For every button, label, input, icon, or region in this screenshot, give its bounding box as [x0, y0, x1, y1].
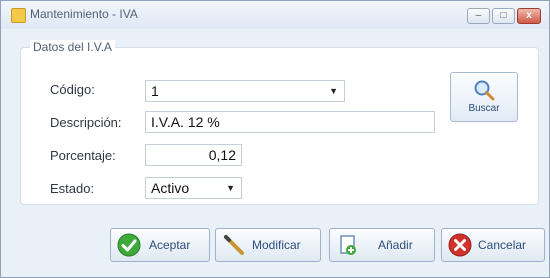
modificar-label: Modificar — [252, 238, 301, 252]
aceptar-button[interactable]: Aceptar — [110, 228, 210, 262]
cancel-icon — [448, 233, 472, 257]
minimize-button[interactable]: – — [467, 8, 490, 24]
check-icon — [117, 233, 141, 257]
descripcion-value: I.V.A. 12 % — [151, 114, 220, 130]
descripcion-field[interactable]: I.V.A. 12 % — [145, 111, 435, 133]
chevron-down-icon[interactable]: ▼ — [226, 178, 235, 198]
codigo-combobox[interactable]: 1 ▼ — [145, 80, 345, 102]
descripcion-label: Descripción: — [50, 115, 122, 130]
close-icon: x — [526, 10, 532, 21]
minimize-icon: – — [475, 10, 482, 21]
maximize-button[interactable]: □ — [492, 8, 515, 24]
porcentaje-label: Porcentaje: — [50, 148, 116, 163]
porcentaje-field[interactable]: 0,12 — [145, 144, 242, 166]
estado-value: Activo — [151, 180, 190, 196]
cancelar-label: Cancelar — [478, 238, 527, 252]
app-icon — [11, 8, 26, 23]
aceptar-label: Aceptar — [149, 238, 191, 252]
porcentaje-value: 0,12 — [208, 147, 236, 163]
close-button[interactable]: x — [517, 8, 541, 24]
group-title: Datos del I.V.A — [30, 40, 115, 54]
window-title: Mantenimiento - IVA — [30, 7, 138, 21]
magnifier-icon — [474, 80, 495, 101]
chevron-down-icon[interactable]: ▼ — [329, 81, 338, 101]
codigo-label: Código: — [50, 82, 95, 97]
anadir-label: Añadir — [378, 238, 413, 252]
title-bar[interactable]: Mantenimiento - IVA – □ x — [1, 1, 549, 29]
modificar-button[interactable]: Modificar — [215, 228, 321, 262]
estado-combobox[interactable]: Activo ▼ — [145, 177, 242, 199]
add-document-icon — [340, 235, 356, 255]
estado-label: Estado: — [50, 181, 95, 196]
anadir-button[interactable]: Añadir — [329, 228, 435, 262]
buscar-label: Buscar — [468, 103, 500, 114]
maximize-icon: □ — [500, 10, 507, 21]
cancelar-button[interactable]: Cancelar — [441, 228, 545, 262]
pencil-icon — [224, 235, 244, 255]
buscar-button[interactable]: Buscar — [450, 72, 518, 122]
codigo-value: 1 — [151, 83, 159, 99]
